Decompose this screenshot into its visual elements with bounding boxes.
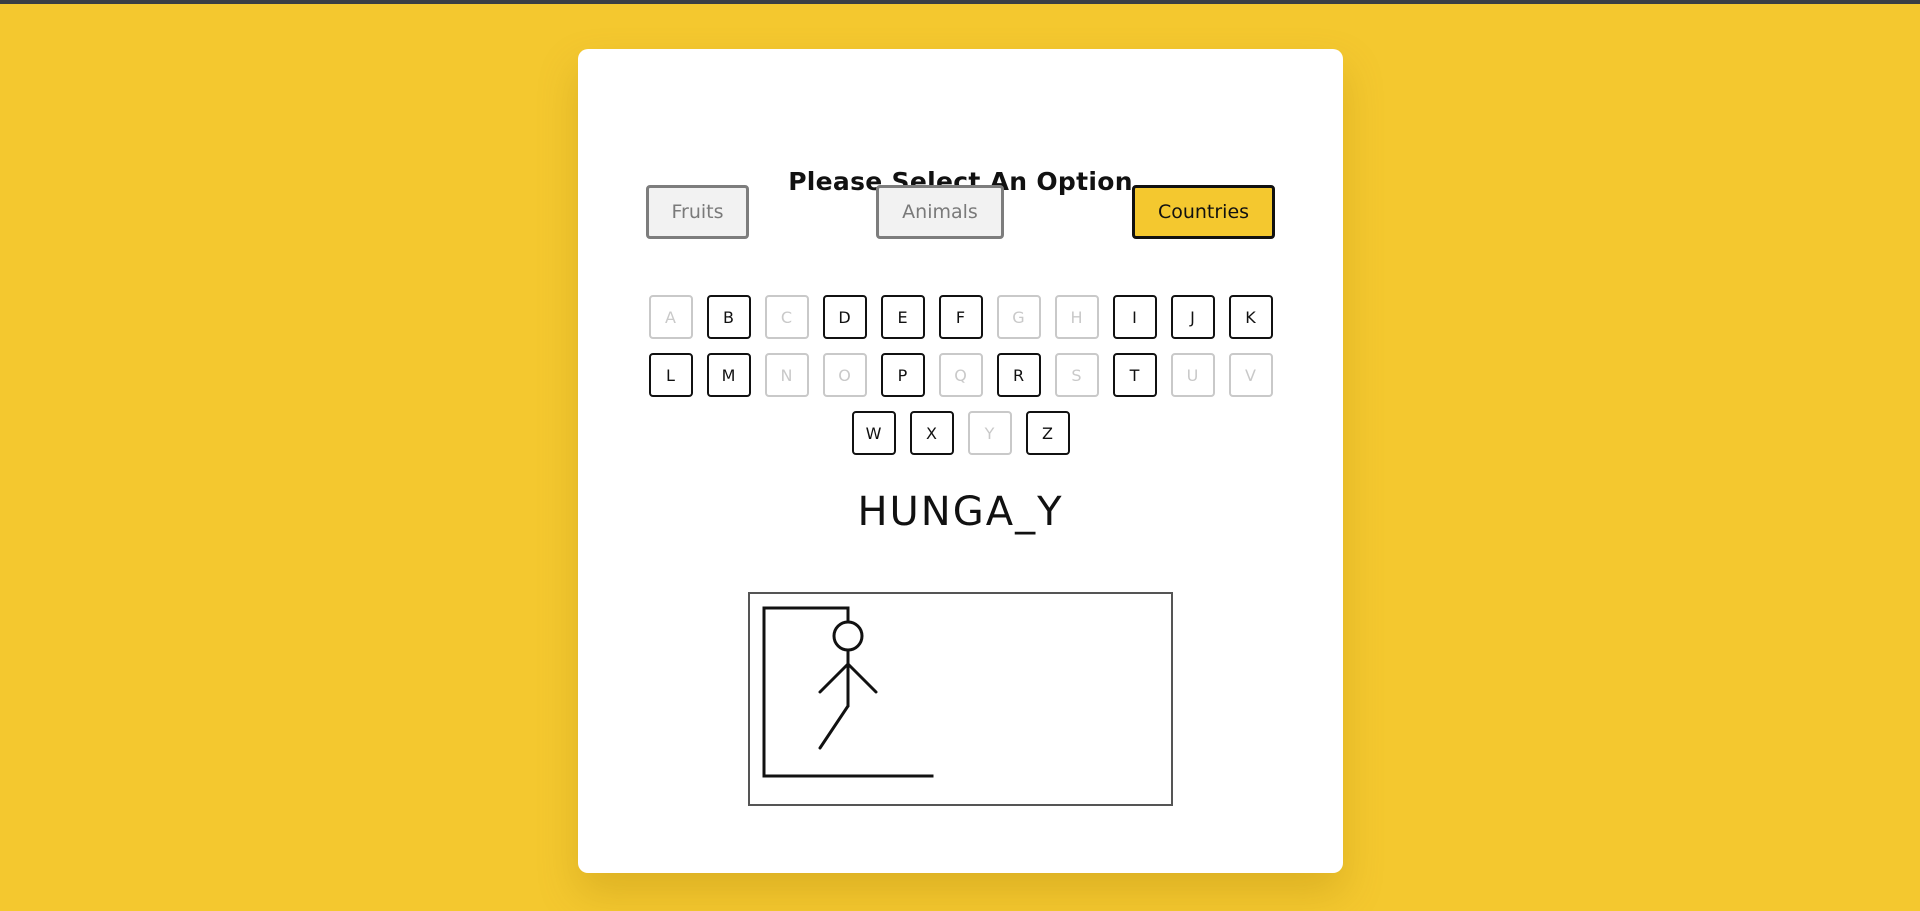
letter-keyboard: ABCDEFGHIJK LMNOPQRSTUV WXYZ (578, 295, 1343, 469)
letter-key-a: A (648, 295, 693, 339)
letter-key-x[interactable]: X (909, 411, 954, 455)
hangman-head (832, 620, 864, 652)
letter-key-r[interactable]: R (996, 353, 1041, 397)
letter-key-l[interactable]: L (648, 353, 693, 397)
letter-key-y: Y (967, 411, 1012, 455)
letter-key-t[interactable]: T (1112, 353, 1157, 397)
letter-key-c: C (764, 295, 809, 339)
option-animals-button[interactable]: Animals (876, 185, 1004, 239)
letter-key-d[interactable]: D (822, 295, 867, 339)
hangman-left-leg (818, 704, 850, 750)
letter-key-v: V (1228, 353, 1273, 397)
word-display: HUNGA_Y (857, 489, 1064, 535)
letter-key-i[interactable]: I (1112, 295, 1157, 339)
letter-key-p[interactable]: P (880, 353, 925, 397)
letter-key-b[interactable]: B (706, 295, 751, 339)
letter-row: LMNOPQRSTUV (578, 353, 1343, 397)
hangman-left-arm (818, 662, 850, 694)
letter-key-e[interactable]: E (880, 295, 925, 339)
hangman-canvas (748, 592, 1173, 806)
letter-key-w[interactable]: W (851, 411, 896, 455)
hangman-drawing (762, 606, 934, 778)
letter-key-m[interactable]: M (706, 353, 751, 397)
option-fruits-button[interactable]: Fruits (646, 185, 749, 239)
hangman-right-arm (846, 662, 878, 694)
letter-row: WXYZ (578, 411, 1343, 455)
letter-key-k[interactable]: K (1228, 295, 1273, 339)
letter-key-h: H (1054, 295, 1099, 339)
letter-key-q: Q (938, 353, 983, 397)
letter-key-j[interactable]: J (1170, 295, 1215, 339)
letter-row: ABCDEFGHIJK (578, 295, 1343, 339)
letter-key-o: O (822, 353, 867, 397)
game-card: Please Select An Option Fruits Animals C… (578, 49, 1343, 873)
letter-key-f[interactable]: F (938, 295, 983, 339)
letter-key-n: N (764, 353, 809, 397)
option-countries-button[interactable]: Countries (1132, 185, 1275, 239)
letter-key-u: U (1170, 353, 1215, 397)
letter-key-z[interactable]: Z (1025, 411, 1070, 455)
top-bar (0, 0, 1920, 4)
letter-key-s: S (1054, 353, 1099, 397)
letter-key-g: G (996, 295, 1041, 339)
